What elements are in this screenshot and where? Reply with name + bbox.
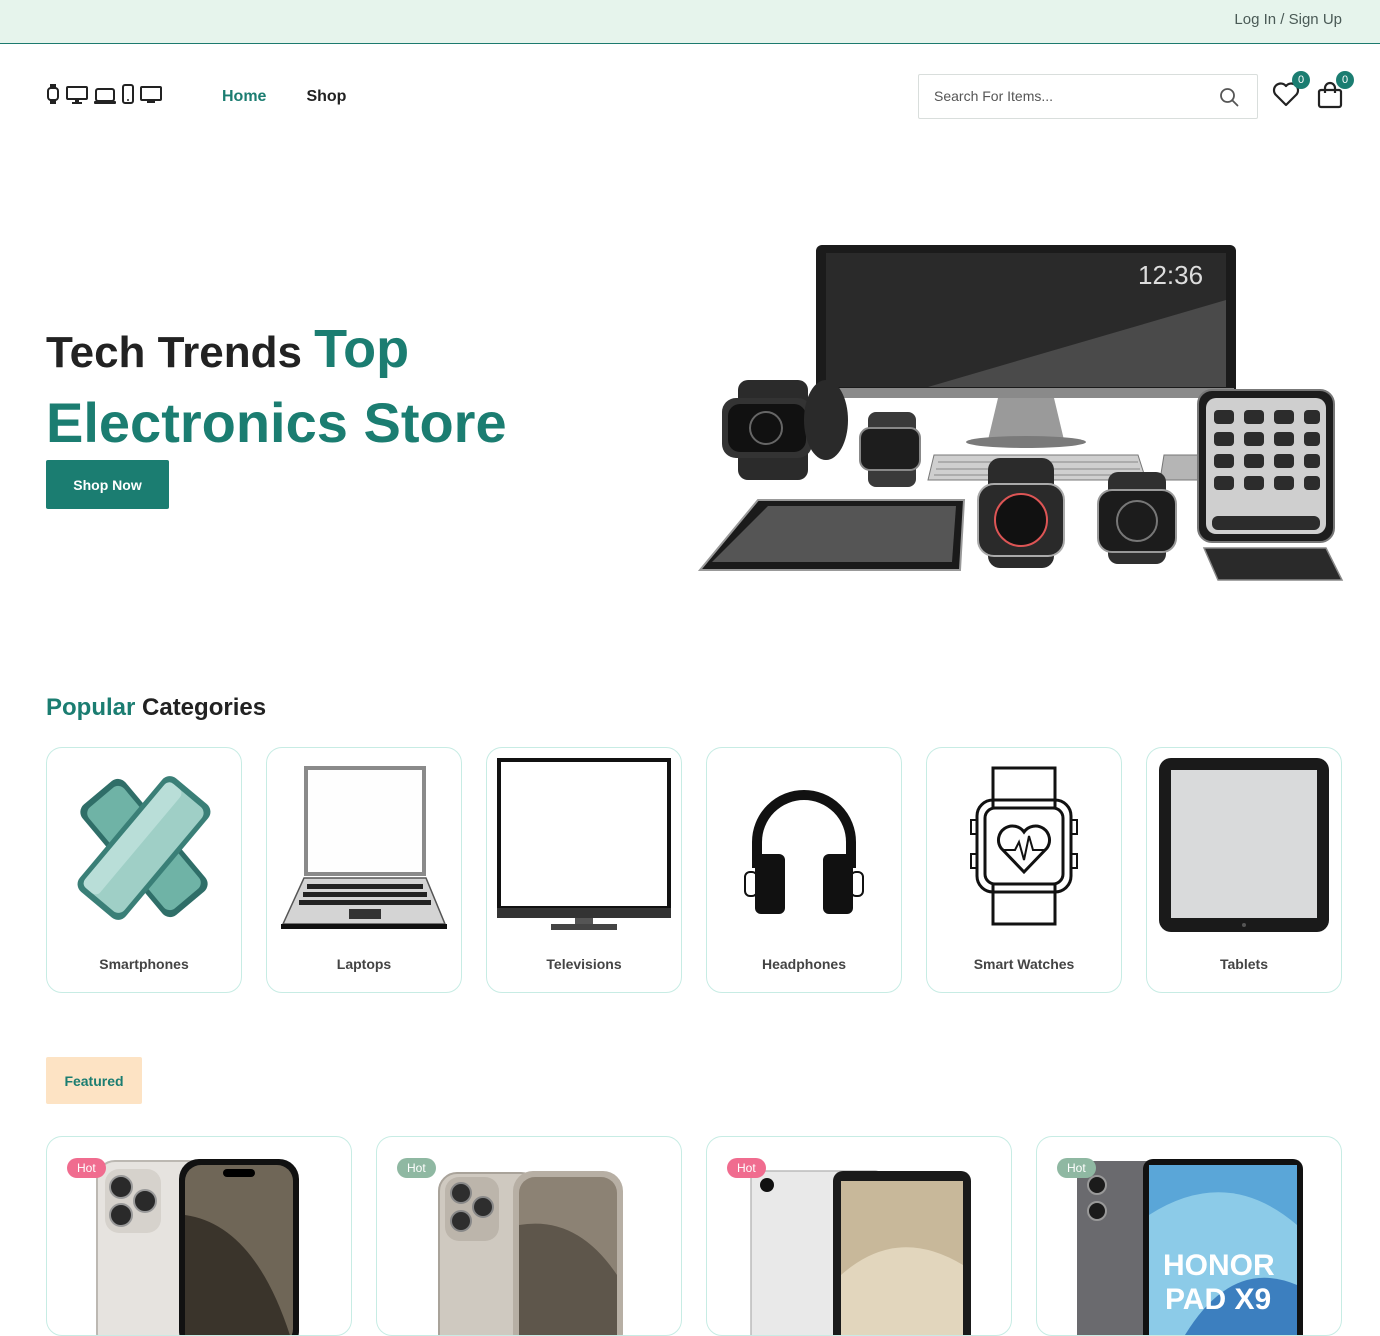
monitor-icon — [140, 86, 162, 103]
product-card[interactable]: Hot — [706, 1136, 1012, 1336]
hero-title-part2: Top — [314, 319, 410, 379]
main-nav: Home Shop — [222, 88, 346, 106]
site-header: Home Shop 0 0 — [0, 44, 1380, 144]
categories-heading: Popular Categories — [46, 694, 266, 722]
honor-pad-product-image: HONOR PAD X9 — [1077, 1159, 1303, 1335]
category-card-televisions[interactable]: Televisions — [486, 747, 682, 993]
desktop-icon — [66, 86, 88, 104]
category-card-smartphones[interactable]: Smartphones — [46, 747, 242, 993]
cart-count-badge: 0 — [1336, 71, 1354, 89]
site-logo[interactable] — [46, 84, 162, 104]
hot-badge: Hot — [727, 1158, 766, 1178]
wishlist-count-badge: 0 — [1292, 71, 1310, 89]
product-card[interactable]: HONOR PAD X9 Hot — [1036, 1136, 1342, 1336]
phone-icon — [122, 84, 134, 104]
search-icon[interactable] — [1219, 87, 1239, 112]
hero-title-part1: Tech Trends — [46, 328, 315, 377]
category-label-laptops: Laptops — [336, 956, 392, 972]
category-card-headphones[interactable]: Headphones — [706, 747, 902, 993]
hot-badge: Hot — [397, 1158, 436, 1178]
shop-now-button[interactable]: Shop Now — [46, 460, 169, 509]
category-label-televisions: Televisions — [546, 956, 622, 972]
product-card[interactable]: Hot — [376, 1136, 682, 1336]
product-card[interactable]: Hot — [46, 1136, 352, 1336]
tab-featured[interactable]: Featured — [46, 1057, 142, 1104]
hot-badge: Hot — [1057, 1158, 1096, 1178]
televisions-image — [497, 758, 671, 930]
tablets-image — [1159, 758, 1329, 932]
smart-watches-image — [970, 766, 1078, 926]
honor-brand-text: HONOR — [1163, 1249, 1275, 1282]
cart-button[interactable]: 0 — [1316, 71, 1354, 114]
top-bar: Log In / Sign Up — [0, 0, 1380, 44]
category-card-laptops[interactable]: Laptops — [266, 747, 462, 993]
iphone-titanium-product-image — [438, 1171, 623, 1335]
wishlist-button[interactable]: 0 — [1272, 71, 1310, 112]
category-label-smartphones: Smartphones — [99, 956, 189, 972]
honor-model-text: PAD X9 — [1165, 1283, 1271, 1316]
watch-icon — [47, 84, 59, 104]
category-card-tablets[interactable]: Tablets — [1146, 747, 1342, 993]
search-box — [918, 74, 1258, 119]
hero-title-line1: Tech Trends Top — [46, 318, 409, 380]
category-label-headphones: Headphones — [761, 956, 846, 972]
hero-devices-image: 12:36 — [698, 245, 1344, 581]
laptop-icon — [94, 88, 116, 104]
samsung-tablet-product-image — [750, 1170, 971, 1335]
nav-home[interactable]: Home — [222, 88, 266, 106]
category-label-tablets: Tablets — [1220, 956, 1268, 972]
iphone-product-image — [96, 1159, 299, 1335]
category-card-smart-watches[interactable]: Smart Watches — [926, 747, 1122, 993]
headphones-image — [744, 790, 864, 914]
categories-heading-accent: Popular — [46, 694, 136, 721]
hero-title-line2: Electronics Store — [46, 391, 507, 454]
login-signup-link[interactable]: Log In / Sign Up — [1234, 11, 1342, 28]
search-input[interactable] — [934, 88, 1204, 104]
categories-heading-rest: Categories — [135, 694, 267, 721]
laptops-image — [281, 766, 447, 929]
hot-badge: Hot — [67, 1158, 106, 1178]
category-label-smart-watches: Smart Watches — [973, 956, 1075, 972]
screen-time: 12:36 — [1138, 260, 1203, 290]
smartphones-image — [77, 776, 211, 920]
nav-shop[interactable]: Shop — [306, 88, 346, 106]
